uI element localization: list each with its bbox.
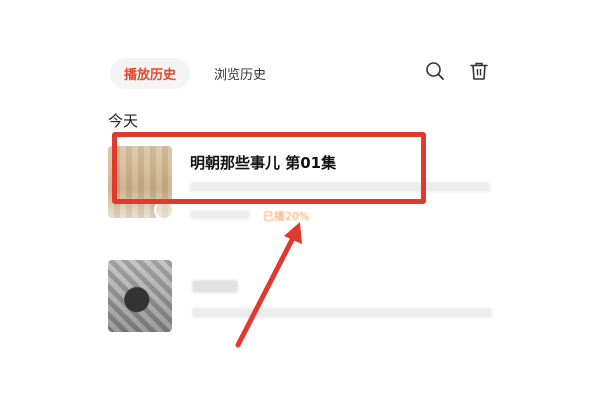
annotation-arrow (235, 222, 302, 348)
